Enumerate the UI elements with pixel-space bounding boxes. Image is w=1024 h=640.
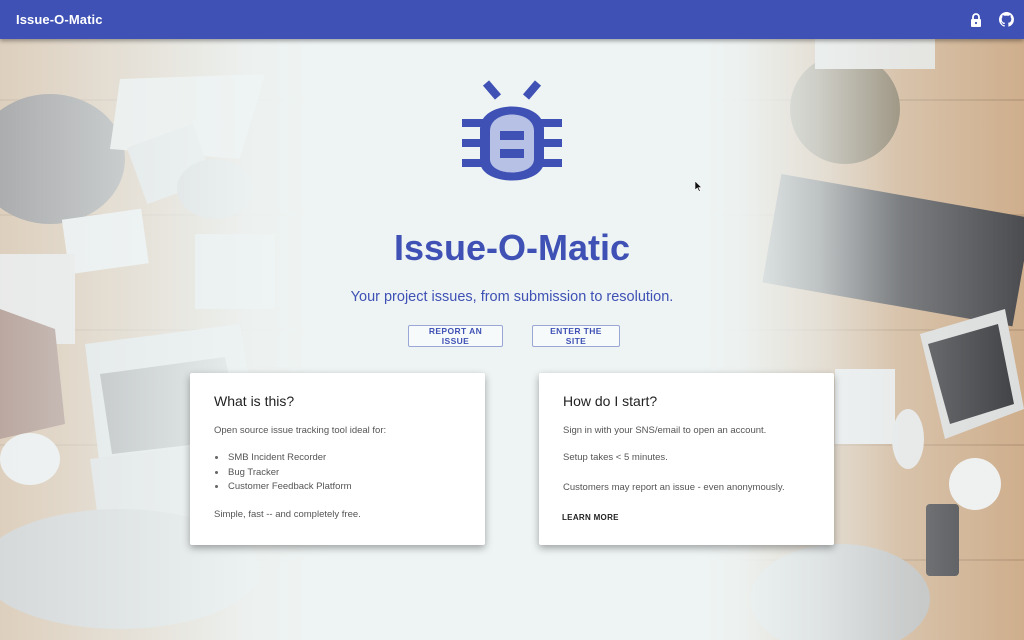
hero-title: Issue-O-Matic <box>393 227 631 268</box>
bug-icon <box>462 80 562 181</box>
hero-subtitle: Your project issues, from submission to … <box>350 289 674 305</box>
list-item: Customer Feedback Platform <box>214 481 352 496</box>
card-title: What is this? <box>214 393 295 409</box>
appbar-actions <box>968 12 1014 28</box>
github-icon[interactable] <box>998 12 1014 28</box>
lock-icon[interactable] <box>968 12 984 28</box>
app-bar: Issue-O-Matic <box>0 0 1024 39</box>
card-title: How do I start? <box>563 393 658 409</box>
card-line-customers: Customers may report an issue - even ano… <box>563 482 785 493</box>
feature-list: SMB Incident Recorder Bug Tracker Custom… <box>214 452 352 496</box>
list-item: SMB Incident Recorder <box>214 452 352 467</box>
mouse-cursor-icon <box>695 181 703 192</box>
hero-actions: REPORT AN ISSUE ENTER THE SITE <box>0 325 1024 347</box>
list-item: Bug Tracker <box>214 467 352 482</box>
card-intro: Open source issue tracking tool ideal fo… <box>214 425 387 436</box>
learn-more-button[interactable]: LEARN MORE <box>562 513 619 522</box>
what-is-this-card: What is this? Open source issue tracking… <box>190 373 485 545</box>
app-title[interactable]: Issue-O-Matic <box>16 12 103 27</box>
how-do-i-start-card: How do I start? Sign in with your SNS/em… <box>539 373 834 545</box>
report-issue-button[interactable]: REPORT AN ISSUE <box>408 325 503 347</box>
card-outro: Simple, fast -- and completely free. <box>214 509 361 520</box>
enter-site-button[interactable]: ENTER THE SITE <box>532 325 620 347</box>
card-line-setup: Setup takes < 5 minutes. <box>563 452 668 463</box>
card-line-signin: Sign in with your SNS/email to open an a… <box>563 425 767 436</box>
